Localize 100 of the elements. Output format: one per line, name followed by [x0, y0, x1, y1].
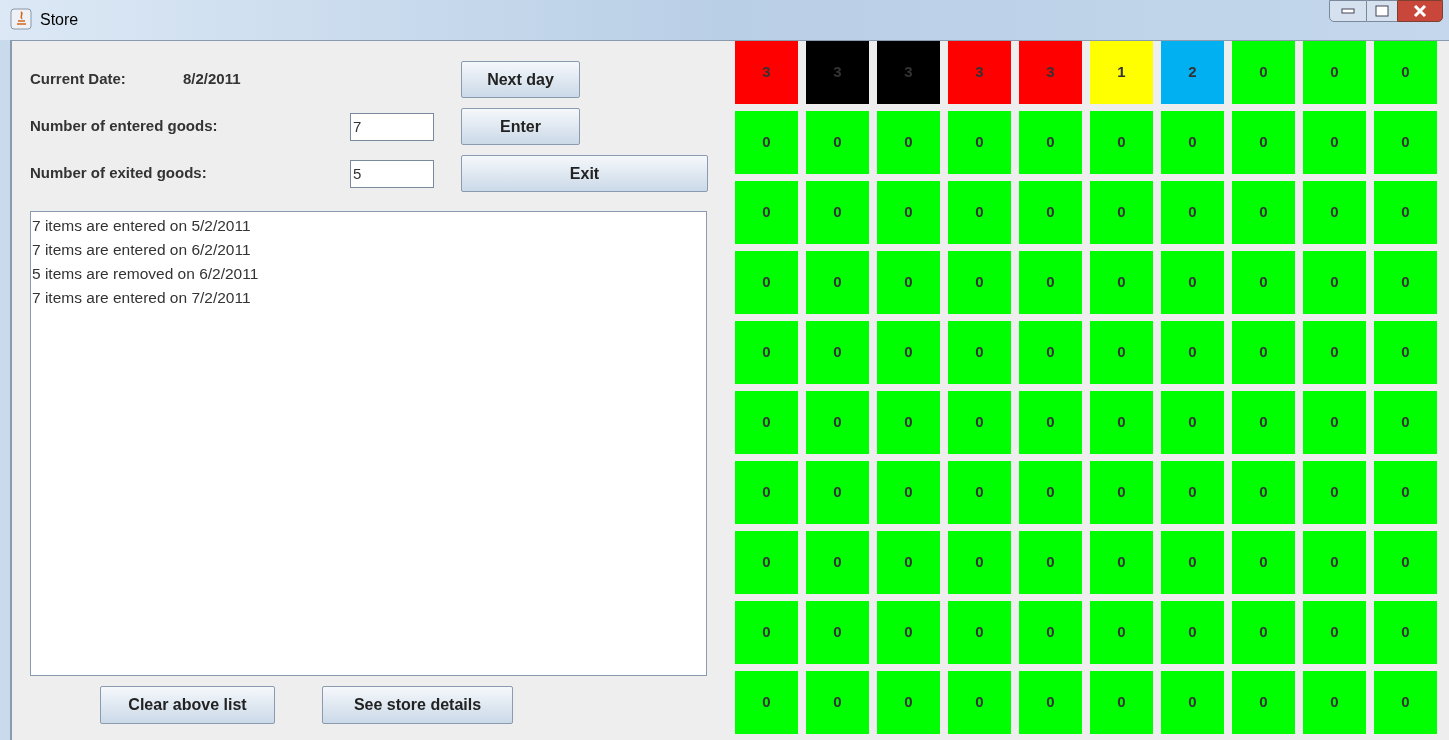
close-icon: [1413, 5, 1427, 17]
log-entry: 5 items are removed on 6/2/2011: [32, 264, 260, 284]
grid-cell: 0: [1232, 41, 1295, 104]
grid-cell: 0: [1019, 671, 1082, 734]
grid-cell: 0: [1303, 41, 1366, 104]
grid-cell: 0: [735, 181, 798, 244]
grid-cell: 0: [1090, 461, 1153, 524]
grid-cell: 0: [877, 461, 940, 524]
grid-cell: 0: [1374, 461, 1437, 524]
current-date-label: Current Date:: [30, 69, 127, 90]
grid-cell: 0: [735, 461, 798, 524]
grid-cell: 0: [1232, 531, 1295, 594]
grid-cell: 0: [877, 671, 940, 734]
grid-cell: 0: [1019, 321, 1082, 384]
grid-cell: 0: [1232, 251, 1295, 314]
grid-cell: 0: [1090, 111, 1153, 174]
grid-cell: 0: [1019, 251, 1082, 314]
grid-cell: 0: [735, 251, 798, 314]
current-date-value: 8/2/2011: [183, 69, 242, 90]
grid-cell: 0: [1303, 251, 1366, 314]
grid-cell: 2: [1161, 41, 1224, 104]
grid-cell: 0: [1303, 181, 1366, 244]
grid-cell: 0: [1303, 601, 1366, 664]
minimize-icon: [1341, 8, 1355, 14]
grid-cell: 0: [735, 391, 798, 454]
grid-cell: 0: [806, 461, 869, 524]
grid-cell: 0: [1303, 671, 1366, 734]
grid-cell: 0: [1374, 391, 1437, 454]
grid-cell: 0: [1303, 111, 1366, 174]
grid-cell: 0: [1019, 461, 1082, 524]
grid-cell: 0: [1232, 111, 1295, 174]
maximize-button[interactable]: [1367, 0, 1397, 22]
grid-cell: 0: [1161, 251, 1224, 314]
grid-cell: 0: [806, 531, 869, 594]
grid-cell: 0: [735, 671, 798, 734]
grid-cell: 0: [1374, 531, 1437, 594]
grid-cell: 0: [1232, 181, 1295, 244]
grid-cell: 0: [1303, 391, 1366, 454]
grid-cell: 0: [1019, 181, 1082, 244]
grid-cell: 0: [1090, 181, 1153, 244]
grid-cell: 0: [735, 111, 798, 174]
grid-cell: 0: [735, 321, 798, 384]
grid-cell: 0: [948, 461, 1011, 524]
window-title: Store: [40, 10, 79, 30]
grid-cell: 0: [735, 531, 798, 594]
grid-cell: 0: [1232, 671, 1295, 734]
grid-cell: 0: [877, 531, 940, 594]
exit-button[interactable]: Exit: [461, 155, 708, 192]
grid-cell: 0: [1090, 321, 1153, 384]
grid-cell: 0: [1161, 391, 1224, 454]
grid-cell: 1: [1090, 41, 1153, 104]
grid-cell: 0: [806, 251, 869, 314]
grid-cell: 0: [948, 251, 1011, 314]
grid-cell: 0: [1019, 111, 1082, 174]
grid-cell: 0: [877, 321, 940, 384]
log-entry: 7 items are entered on 7/2/2011: [32, 288, 252, 308]
grid-cell: 0: [1374, 321, 1437, 384]
grid-cell: 0: [948, 181, 1011, 244]
grid-cell: 0: [948, 601, 1011, 664]
grid-cell: 0: [1374, 601, 1437, 664]
minimize-button[interactable]: [1329, 0, 1367, 22]
grid-cell: 0: [1090, 391, 1153, 454]
grid-cell: 0: [1374, 111, 1437, 174]
grid-cell: 0: [1303, 531, 1366, 594]
maximize-icon: [1375, 5, 1389, 17]
grid-cell: 3: [948, 41, 1011, 104]
grid-cell: 0: [1019, 531, 1082, 594]
grid-cell: 0: [1374, 671, 1437, 734]
grid-cell: 0: [1090, 531, 1153, 594]
grid-cell: 0: [1161, 181, 1224, 244]
grid-cell: 0: [948, 111, 1011, 174]
grid-cell: 0: [1090, 671, 1153, 734]
grid-cell: 0: [877, 601, 940, 664]
exited-goods-field[interactable]: 5: [350, 159, 434, 188]
grid-cell: 0: [1161, 321, 1224, 384]
enter-button[interactable]: Enter: [461, 108, 580, 145]
grid-cell: 0: [1161, 671, 1224, 734]
app-icon: [10, 8, 32, 30]
grid-cell: 0: [948, 321, 1011, 384]
log-entry: 7 items are entered on 5/2/2011: [32, 216, 252, 236]
clear-list-button[interactable]: Clear above list: [100, 686, 275, 724]
grid-cell: 0: [1232, 601, 1295, 664]
log-entry: 7 items are entered on 6/2/2011: [32, 240, 252, 260]
grid-cell: 0: [806, 111, 869, 174]
grid-cell: 0: [877, 111, 940, 174]
grid-cell: 0: [806, 601, 869, 664]
grid-cell: 0: [735, 601, 798, 664]
grid-cell: 0: [1303, 461, 1366, 524]
entered-goods-field[interactable]: 7: [350, 112, 434, 141]
close-button[interactable]: [1397, 0, 1443, 22]
grid-cell: 0: [948, 531, 1011, 594]
grid-cell: 3: [735, 41, 798, 104]
grid-cell: 0: [877, 251, 940, 314]
grid-cell: 0: [1232, 461, 1295, 524]
grid-cell: 0: [1232, 391, 1295, 454]
grid-cell: 0: [1019, 391, 1082, 454]
store-details-button[interactable]: See store details: [322, 686, 513, 724]
grid-cell: 0: [806, 321, 869, 384]
next-day-button[interactable]: Next day: [461, 61, 580, 98]
grid-cell: 0: [1374, 181, 1437, 244]
